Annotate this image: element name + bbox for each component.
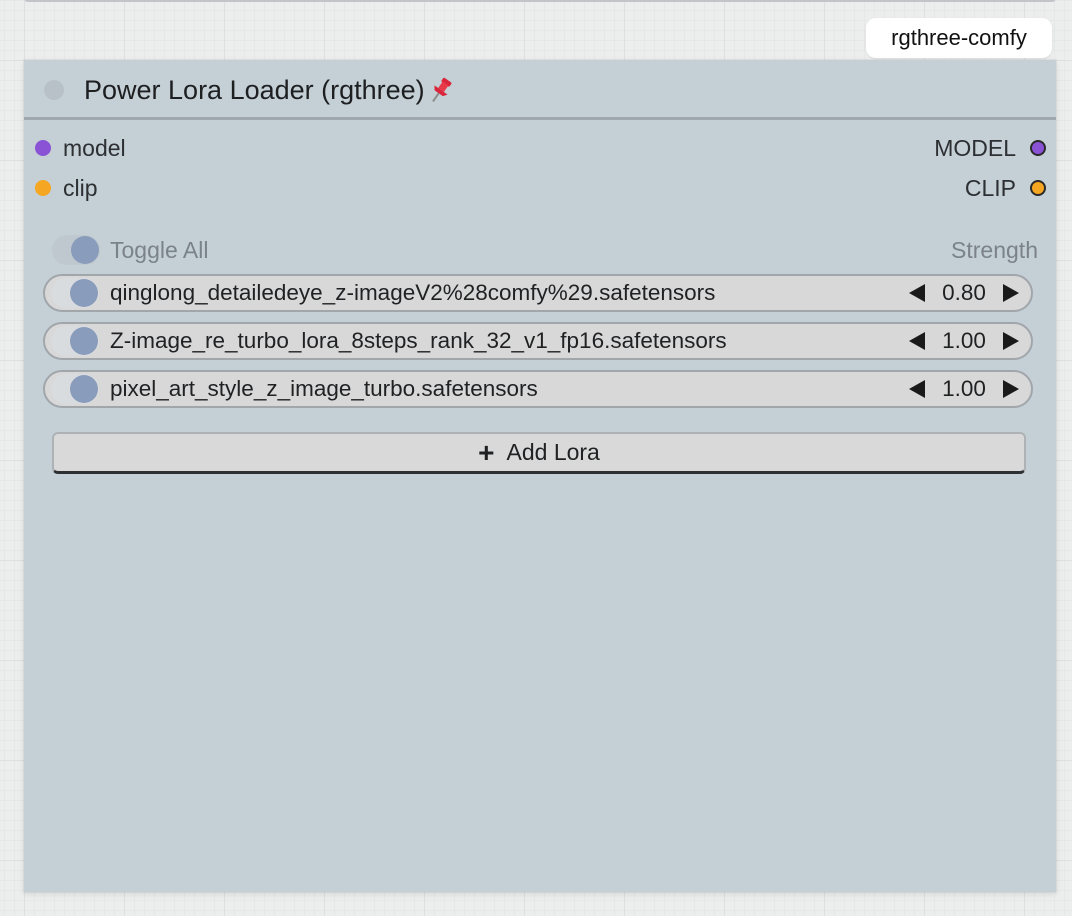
lora-name[interactable]: pixel_art_style_z_image_turbo.safetensor… <box>110 376 538 402</box>
toggle-all-row: Toggle All Strength <box>52 232 1038 268</box>
decrement-arrow-icon[interactable] <box>909 284 925 302</box>
toggle-knob <box>70 279 98 307</box>
input-clip-label: clip <box>63 175 98 201</box>
strength-value[interactable]: 1.00 <box>939 328 989 354</box>
node-title: Power Lora Loader (rgthree) <box>84 75 455 106</box>
lora-name[interactable]: Z-image_re_turbo_lora_8steps_rank_32_v1_… <box>110 328 727 354</box>
node-source-badge: rgthree-comfy <box>866 18 1052 58</box>
input-model-dot-icon[interactable] <box>35 140 51 156</box>
increment-arrow-icon[interactable] <box>1003 332 1019 350</box>
strength-value[interactable]: 0.80 <box>939 280 989 306</box>
power-lora-loader-node[interactable]: Power Lora Loader (rgthree) model MODEL … <box>24 60 1056 892</box>
add-lora-label: Add Lora <box>506 439 600 465</box>
slot-row-clip: clip CLIP <box>24 170 1056 206</box>
slot-row-model: model MODEL <box>24 130 1056 166</box>
lora-toggle-switch[interactable] <box>51 278 99 308</box>
lora-name[interactable]: qinglong_detailedeye_z-imageV2%28comfy%2… <box>110 280 715 306</box>
lora-row[interactable]: qinglong_detailedeye_z-imageV2%28comfy%2… <box>43 274 1033 312</box>
strength-stepper: 1.00 <box>909 328 1019 354</box>
toggle-all-label[interactable]: Toggle All <box>110 237 208 264</box>
increment-arrow-icon[interactable] <box>1003 284 1019 302</box>
input-model-label: model <box>63 135 126 161</box>
toggle-all-switch[interactable] <box>52 235 100 265</box>
decrement-arrow-icon[interactable] <box>909 380 925 398</box>
increment-arrow-icon[interactable] <box>1003 380 1019 398</box>
add-lora-button[interactable]: + Add Lora <box>52 432 1026 474</box>
strength-stepper: 0.80 <box>909 280 1019 306</box>
node-header[interactable]: Power Lora Loader (rgthree) <box>24 60 1056 120</box>
decrement-arrow-icon[interactable] <box>909 332 925 350</box>
output-clip-label: CLIP <box>964 175 1016 201</box>
output-clip-dot-icon[interactable] <box>1030 180 1046 196</box>
previous-node-edge <box>24 0 1056 2</box>
lora-row[interactable]: Z-image_re_turbo_lora_8steps_rank_32_v1_… <box>43 322 1033 360</box>
lora-toggle-switch[interactable] <box>51 326 99 356</box>
strength-value[interactable]: 1.00 <box>939 376 989 402</box>
plus-icon: + <box>478 436 495 468</box>
output-model-label: MODEL <box>934 135 1016 161</box>
lora-toggle-switch[interactable] <box>51 374 99 404</box>
lora-row[interactable]: pixel_art_style_z_image_turbo.safetensor… <box>43 370 1033 408</box>
strength-stepper: 1.00 <box>909 376 1019 402</box>
node-title-text: Power Lora Loader (rgthree) <box>84 75 425 105</box>
output-model-dot-icon[interactable] <box>1030 140 1046 156</box>
toggle-knob <box>71 236 99 264</box>
input-clip-dot-icon[interactable] <box>35 180 51 196</box>
collapse-toggle-icon[interactable] <box>44 80 64 100</box>
toggle-knob <box>70 375 98 403</box>
pushpin-icon <box>431 77 452 102</box>
toggle-knob <box>70 327 98 355</box>
strength-header: Strength <box>951 237 1038 263</box>
badge-label: rgthree-comfy <box>891 25 1027 50</box>
